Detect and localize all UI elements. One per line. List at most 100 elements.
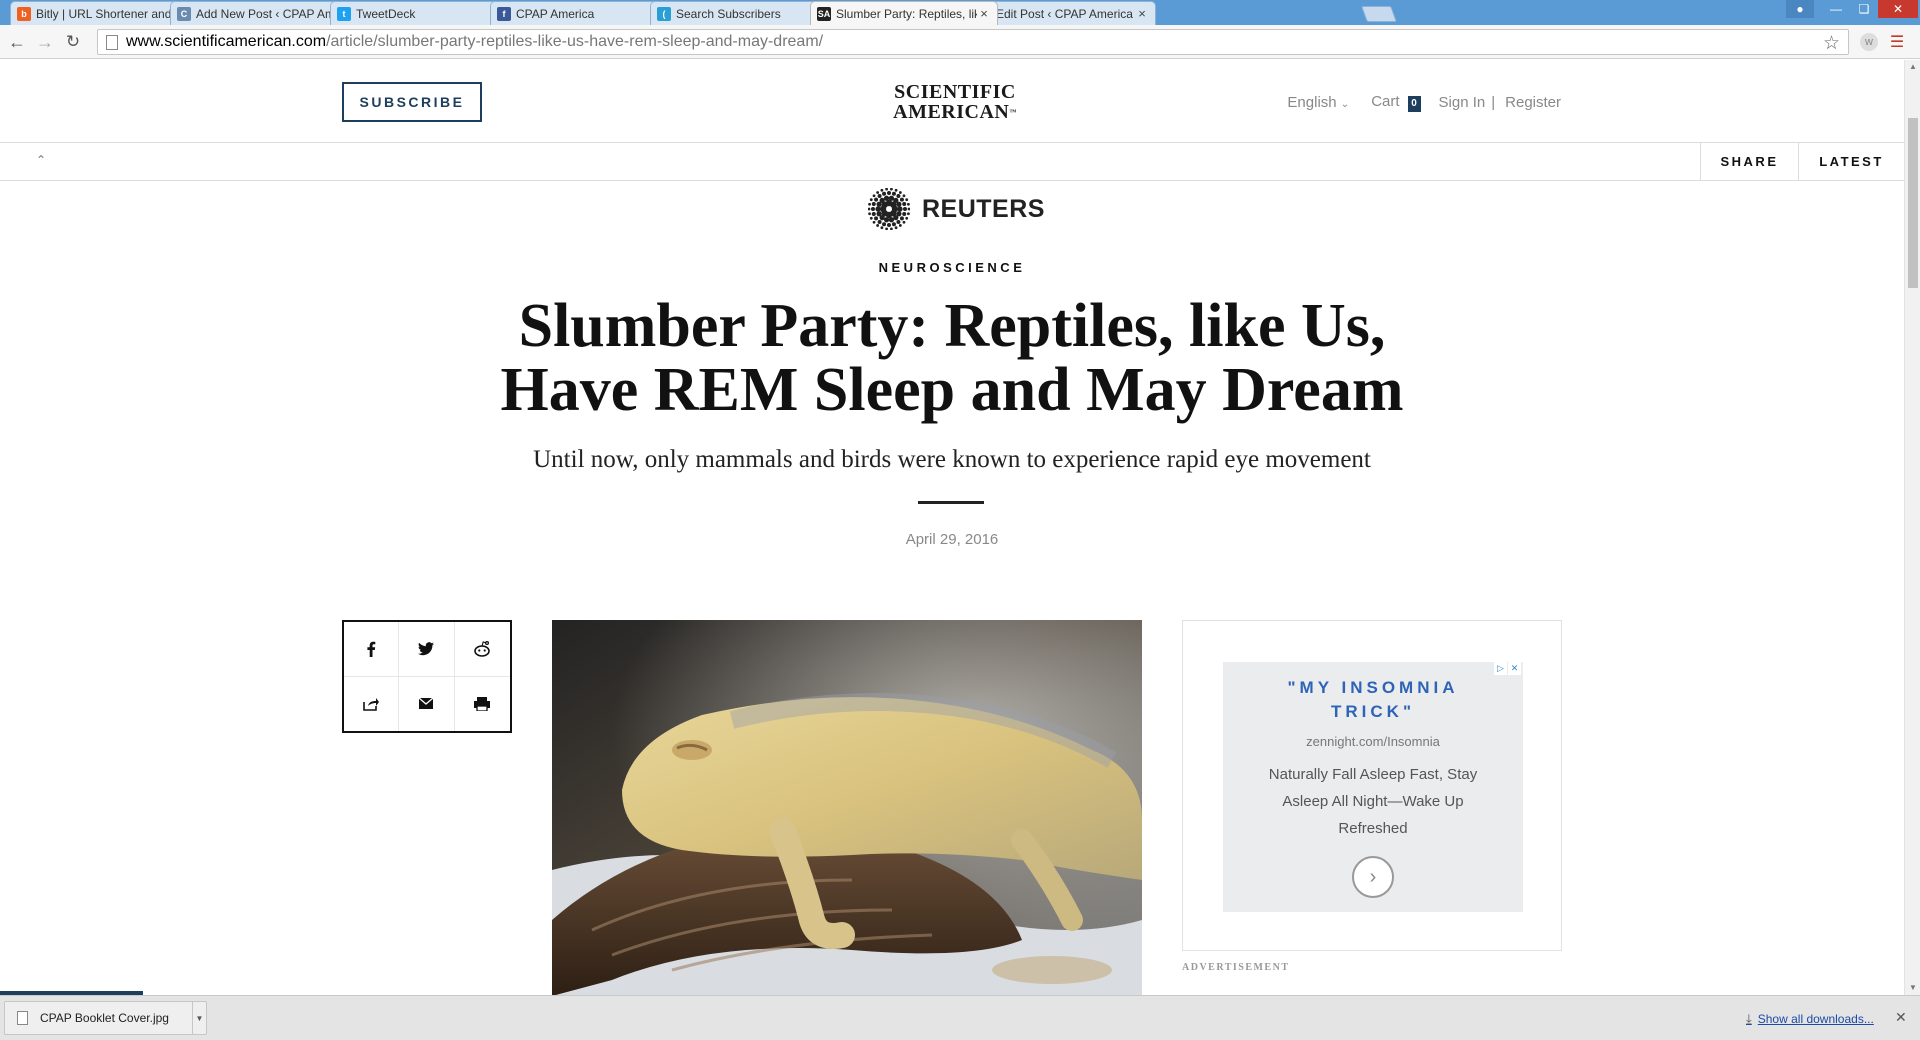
user-profile-icon[interactable]: ● — [1786, 0, 1814, 18]
reuters-dot — [894, 226, 898, 230]
reuters-logo[interactable]: REUTERS — [868, 188, 1045, 230]
browser-tab[interactable]: b Bitly | URL Shortener and Link Manageme… — [10, 1, 196, 25]
reuters-dot — [890, 188, 893, 191]
subscribe-button[interactable]: SUBSCRIBE — [342, 82, 482, 122]
reuters-dot — [896, 219, 901, 224]
address-bar[interactable]: www.scientificamerican.com/article/slumb… — [97, 29, 1849, 55]
share-button[interactable]: SHARE — [1700, 143, 1798, 180]
reuters-dot — [869, 216, 873, 220]
scientific-american-logo[interactable]: SCIENTIFIC AMERICAN™ — [880, 82, 1030, 122]
new-tab-button[interactable] — [1361, 6, 1397, 22]
url-path: /article/slumber-party-reptiles-like-us-… — [326, 33, 824, 50]
reuters-dot — [876, 191, 880, 194]
reuters-dot — [907, 207, 910, 211]
reuters-dot — [880, 226, 884, 230]
reuters-dot — [876, 224, 880, 227]
browser-tab[interactable]: SA Slumber Party: Reptiles, like Us, Have… — [810, 1, 998, 25]
reuters-dot — [877, 194, 882, 199]
ad-url[interactable]: zennight.com/Insomnia — [1223, 734, 1523, 749]
scroll-down-arrow-icon[interactable]: ▼ — [1908, 983, 1918, 993]
cart-label: Cart — [1371, 93, 1400, 110]
browser-tab[interactable]: tTweetDeck× — [330, 1, 516, 25]
reuters-dot — [869, 198, 873, 202]
reuters-dot — [891, 222, 896, 227]
share-icon[interactable] — [344, 676, 400, 731]
latest-button[interactable]: LATEST — [1798, 143, 1904, 180]
tab-title: Bitly | URL Shortener and Link Managemen… — [36, 6, 175, 21]
show-all-downloads-link[interactable]: ⤓ Show all downloads... — [1746, 1011, 1874, 1027]
headline-line-2: Have REM Sleep and May Dream — [500, 356, 1404, 424]
download-item[interactable]: CPAP Booklet Cover.jpg ▼ — [4, 1001, 207, 1035]
reuters-dot — [882, 222, 887, 227]
forward-arrow-icon[interactable]: → — [34, 31, 56, 53]
publish-date: April 29, 2016 — [905, 531, 999, 548]
reddit-icon[interactable] — [454, 622, 510, 677]
tab-close-icon[interactable]: × — [1135, 6, 1149, 21]
subscribers-icon: ( — [657, 6, 671, 21]
browser-tab[interactable]: C Add New Post ‹ CPAP America — WordPress… — [170, 1, 356, 25]
nav-separator: | — [1491, 94, 1496, 111]
logo-line-1: SCIENTIFIC — [894, 81, 1016, 103]
chevron-right-icon[interactable]: › — [1352, 856, 1394, 898]
ad-headline[interactable]: "MY INSOMNIA TRICK" — [1223, 676, 1523, 724]
reuters-dot — [897, 206, 903, 212]
download-icon: ⤓ — [1746, 1011, 1752, 1026]
download-file-name: CPAP Booklet Cover.jpg — [40, 1011, 169, 1025]
reuters-dot — [887, 191, 891, 195]
page-scrollbar[interactable]: ▲ ▼ — [1904, 60, 1920, 995]
reuters-dot — [903, 207, 907, 211]
reuters-dot — [887, 223, 891, 227]
article-headline: Slumber Party: Reptiles, like Us, Have R… — [400, 294, 1504, 422]
caret-down-icon[interactable]: ▼ — [192, 1002, 206, 1034]
twitter-icon[interactable] — [399, 622, 455, 677]
download-shelf: CPAP Booklet Cover.jpg ▼ ⤓ Show all down… — [0, 995, 1920, 1040]
reuters-dot — [885, 188, 888, 191]
language-label: English — [1287, 94, 1337, 111]
sa-icon: SA — [817, 6, 831, 21]
print-icon[interactable] — [455, 677, 510, 732]
minimize-button[interactable]: — — [1822, 0, 1850, 18]
close-window-button[interactable]: ✕ — [1878, 0, 1918, 18]
tab-close-icon[interactable]: × — [977, 6, 991, 21]
reuters-dot — [883, 217, 890, 223]
reuters-dot — [899, 216, 904, 221]
menu-icon[interactable]: ☰ — [1888, 33, 1906, 51]
scroll-thumb[interactable] — [1908, 118, 1918, 288]
logo-trademark: ™ — [1009, 108, 1017, 116]
section-label[interactable]: NEUROSCIENCE — [0, 260, 1904, 275]
reuters-dot — [893, 215, 899, 221]
back-arrow-icon[interactable]: ← — [6, 31, 28, 53]
language-select[interactable]: English ⌄ — [1287, 94, 1349, 111]
tab-title: CPAP America — [516, 6, 595, 21]
reload-icon[interactable]: ↻ — [62, 31, 84, 53]
reuters-dots-icon — [868, 188, 910, 230]
ad-creative[interactable]: ▷ ✕ "MY INSOMNIA TRICK" zennight.com/Inso… — [1223, 662, 1523, 912]
caret-up-icon[interactable]: ⌃ — [36, 153, 46, 167]
reuters-dot — [902, 194, 906, 198]
reuters-dot — [868, 212, 871, 216]
scroll-up-arrow-icon[interactable]: ▲ — [1908, 62, 1918, 72]
reuters-dot — [898, 191, 902, 194]
reuters-dot — [871, 202, 876, 207]
ad-choices-icon[interactable]: ▷ ✕ — [1493, 662, 1521, 675]
reuters-dot — [882, 191, 887, 196]
facebook-icon[interactable] — [344, 622, 400, 677]
extension-icon[interactable]: w — [1860, 33, 1878, 51]
reuters-dot — [879, 197, 885, 203]
browser-tab[interactable]: (Search Subscribers× — [650, 1, 836, 25]
reuters-dot — [907, 212, 910, 216]
restore-button[interactable]: ❏ — [1850, 0, 1878, 18]
reuters-dot — [902, 202, 907, 207]
close-icon[interactable]: ✕ — [1895, 1009, 1907, 1026]
cart-link[interactable]: Cart 0 — [1371, 93, 1438, 112]
register-link[interactable]: Register — [1505, 94, 1561, 111]
tab-title: Edit Post ‹ CPAP America — WordPress — [996, 6, 1135, 21]
browser-tab[interactable]: fCPAP America× — [490, 1, 676, 25]
tab-title: TweetDeck — [356, 6, 416, 21]
sign-in-link[interactable]: Sign In — [1439, 94, 1486, 111]
email-icon[interactable] — [399, 676, 455, 731]
tab-title: Search Subscribers — [676, 6, 781, 21]
reuters-dot — [876, 211, 882, 217]
bookmark-star-icon[interactable]: ☆ — [1823, 32, 1840, 55]
reuters-dot — [899, 197, 904, 202]
